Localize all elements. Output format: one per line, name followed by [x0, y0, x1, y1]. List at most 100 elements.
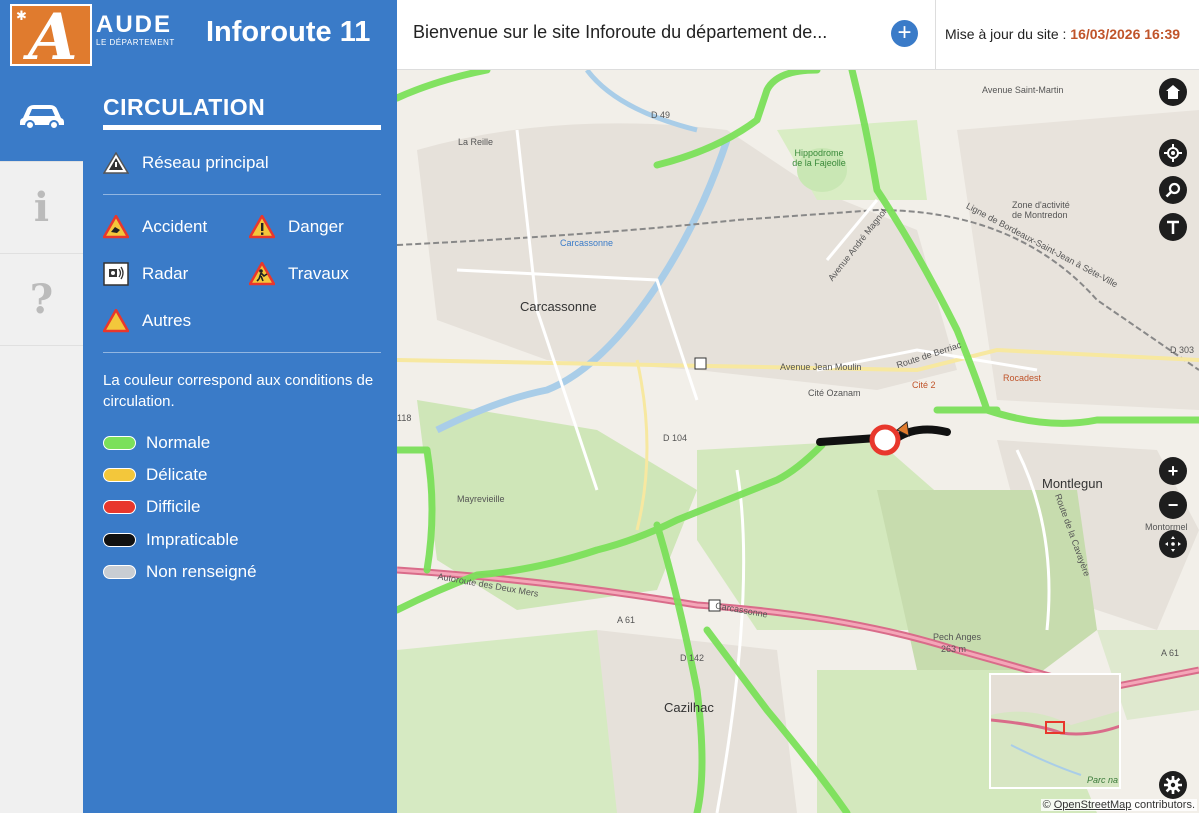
legend-main-network[interactable]: Réseau principal	[103, 152, 269, 174]
sidebar-item-info[interactable]: i	[0, 162, 83, 254]
attribution-prefix: ©	[1042, 799, 1051, 811]
title-rule	[103, 125, 381, 130]
update-date: 16/03/2026 16:39	[1070, 26, 1181, 42]
legend-separator	[103, 194, 381, 195]
settings-button[interactable]	[1159, 771, 1187, 799]
danger-label: Danger	[288, 217, 344, 236]
site-update: Mise à jour du site : 16/03/2026 16:39	[945, 26, 1180, 42]
map-label-d142: D 142	[680, 653, 705, 663]
info-icon: i	[33, 184, 50, 231]
help-icon: ?	[29, 276, 54, 323]
pan-icon	[1165, 536, 1181, 552]
map-label-zone-montredon: Zone d'activité de Montredon	[1012, 200, 1070, 220]
map-label-cite2: Cité 2	[912, 380, 936, 390]
brand-bar: ✱ A AUDE LE DÉPARTEMENT Inforoute 11	[0, 0, 397, 75]
legend-danger[interactable]: Danger	[249, 215, 344, 239]
condition-label: Normale	[146, 433, 211, 452]
map-label-d49: D 49	[651, 110, 671, 120]
condition-swatch	[103, 533, 136, 547]
map-label-montlegun: Montlegun	[1042, 476, 1103, 491]
map-label-a61: A 61	[617, 615, 636, 625]
aude-logo[interactable]: ✱ A	[10, 0, 92, 75]
condition-swatch	[103, 565, 136, 579]
measure-icon	[1167, 220, 1179, 234]
logo-star-icon: ✱	[16, 8, 27, 23]
openstreetmap-link[interactable]: OpenStreetMap	[1054, 799, 1132, 811]
map-label-pech-altitude: 263 m	[941, 644, 967, 654]
condition-swatch	[103, 468, 136, 482]
search-button[interactable]	[1159, 176, 1187, 204]
map-label-d118: 118	[397, 413, 412, 423]
autres-label: Autres	[142, 311, 192, 330]
car-icon	[19, 104, 64, 130]
overview-minimap[interactable]: Parc na	[989, 673, 1121, 789]
zoom-out-button[interactable]: −	[1159, 491, 1187, 519]
condition-label: Impraticable	[146, 530, 239, 549]
legend-autres[interactable]: Autres	[103, 309, 191, 333]
home-view-button[interactable]	[1159, 78, 1187, 106]
logo-text: AUDE LE DÉPARTEMENT	[96, 11, 175, 48]
condition-normale: Normale	[103, 433, 210, 453]
update-label: Mise à jour du site :	[945, 26, 1067, 42]
accident-label: Accident	[142, 217, 208, 236]
condition-label: Délicate	[146, 465, 208, 484]
locate-icon	[1164, 144, 1182, 162]
map-label-carcassonne-station: Carcassonne	[560, 238, 614, 248]
expand-welcome-button[interactable]: +	[891, 20, 918, 47]
sidebar-item-circulation[interactable]	[0, 70, 83, 162]
map-label-la-reille: La Reille	[458, 137, 494, 147]
welcome-text: Bienvenue sur le site Inforoute du dépar…	[413, 22, 828, 42]
minimap-label-parc: Parc na	[1087, 775, 1119, 785]
map-label-a61: A 61	[1161, 648, 1180, 658]
icon-sidebar: i ?	[0, 70, 83, 813]
legend-note: La couleur correspond aux conditions de …	[103, 372, 374, 410]
radar-label: Radar	[142, 264, 189, 283]
map-label-d303: D 303	[1170, 345, 1195, 355]
minimap-canvas	[991, 675, 1119, 787]
logo-subtitle: LE DÉPARTEMENT	[96, 38, 175, 47]
pan-button[interactable]	[1159, 530, 1187, 558]
gear-icon	[1164, 776, 1182, 794]
travaux-label: Travaux	[288, 264, 349, 283]
map-label-hippodrome: Hippodrome de la Fajeolle	[792, 148, 846, 168]
legend-separator	[103, 352, 381, 353]
condition-swatch	[103, 500, 136, 514]
map-label-cite-ozanam: Cité Ozanam	[808, 388, 861, 398]
locate-button[interactable]	[1159, 139, 1187, 167]
danger-icon	[249, 215, 275, 239]
accident-icon	[103, 215, 129, 239]
map-label-cazilhac: Cazilhac	[664, 700, 714, 715]
zoom-in-button[interactable]: +	[1159, 457, 1187, 485]
search-icon	[1165, 182, 1181, 198]
header-divider	[935, 0, 936, 70]
condition-delicate: Délicate	[103, 465, 207, 485]
traffic-map[interactable]: Carcassonne Carcassonne Montlegun Mayrev…	[397, 70, 1199, 813]
map-label-carcassonne: Carcassonne	[520, 299, 597, 314]
legend-panel: CIRCULATION Réseau principal Accident Da…	[83, 70, 397, 813]
map-label-rocadest: Rocadest	[1003, 373, 1042, 383]
attribution-suffix: contributors.	[1134, 799, 1195, 811]
condition-difficile: Difficile	[103, 497, 200, 517]
condition-non-renseigne: Non renseigné	[103, 562, 257, 582]
map-label-pech-anges: Pech Anges	[933, 632, 982, 642]
logo-name: AUDE	[96, 11, 173, 38]
measure-button[interactable]	[1159, 213, 1187, 241]
sidebar-item-help[interactable]: ?	[0, 254, 83, 346]
map-label-avenue-jean-moulin: Avenue Jean Moulin	[780, 362, 862, 372]
legend-accident[interactable]: Accident	[103, 215, 207, 239]
app-title: Inforoute 11	[206, 16, 371, 48]
map-label-avenue-saint-martin: Avenue Saint-Martin	[982, 85, 1064, 95]
roadworks-icon	[249, 262, 275, 286]
map-label-mayrevieille: Mayrevieille	[457, 494, 505, 504]
legend-travaux[interactable]: Travaux	[249, 262, 349, 286]
home-icon	[1166, 85, 1180, 99]
main-network-label: Réseau principal	[142, 153, 269, 172]
condition-impraticable: Impraticable	[103, 530, 239, 550]
other-event-icon	[103, 309, 129, 333]
condition-swatch	[103, 436, 136, 450]
legend-radar[interactable]: Radar	[103, 262, 188, 286]
header: ✱ A AUDE LE DÉPARTEMENT Inforoute 11 Bie…	[0, 0, 1199, 75]
map-attribution: © OpenStreetMap contributors.	[1040, 799, 1197, 811]
condition-label: Non renseigné	[146, 562, 257, 581]
map-label-d104: D 104	[663, 433, 688, 443]
